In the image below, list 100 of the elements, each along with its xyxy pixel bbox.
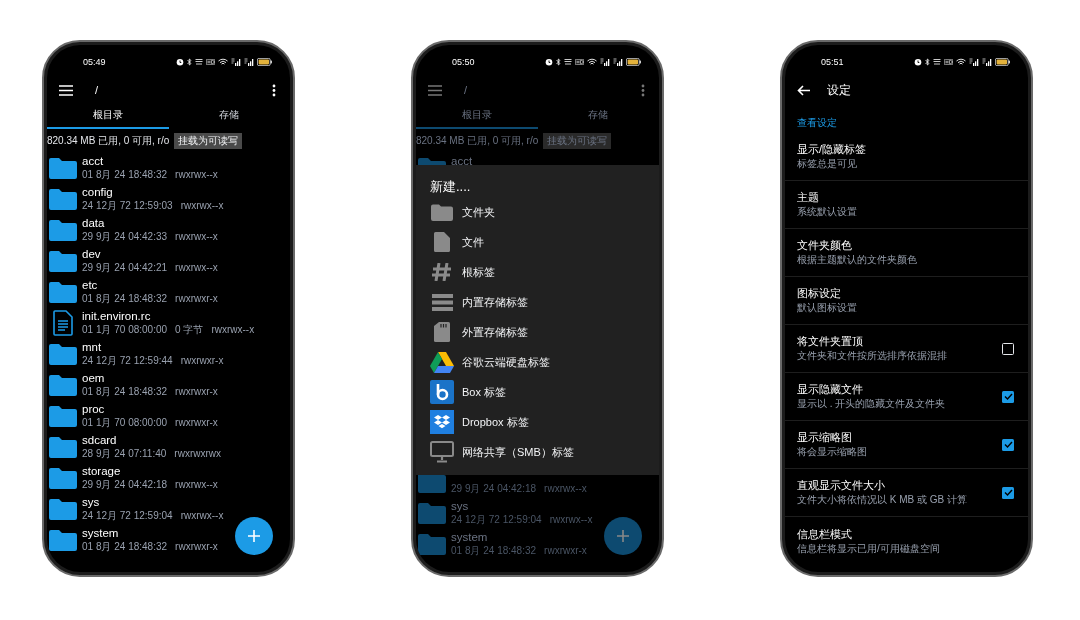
folder-icon — [49, 528, 77, 551]
mount-read-write-button[interactable]: 挂载为可读写 — [174, 132, 243, 149]
file-list-item[interactable]: etc 01 8月 24 18:48:32 rwxrwxr-x — [47, 276, 290, 307]
dialog-menu-item[interactable]: Box 标签 — [430, 377, 659, 407]
setting-description: 标签总是可见 — [797, 158, 858, 170]
more-options-icon[interactable] — [272, 83, 276, 97]
settings-item[interactable]: 显示缩略图 将会显示缩略图 — [785, 421, 1028, 469]
checkbox[interactable] — [1002, 390, 1014, 403]
folder-icon — [49, 435, 77, 458]
file-list-item[interactable]: mnt 24 12月 72 12:59:44 rwxrwxr-x — [47, 338, 290, 369]
setting-title: 直观显示文件大小 — [797, 479, 886, 492]
tab[interactable]: 根目录 — [47, 101, 169, 129]
signal-icon — [613, 58, 623, 66]
section-header: 查看设定 — [796, 116, 838, 130]
checkbox[interactable] — [1002, 438, 1014, 451]
file-date: 01 8月 24 18:48:32 — [82, 168, 168, 181]
triangle-logo-icon — [430, 351, 454, 373]
storage-usage-text: 820.34 MB 已用, 0 可用, r/o — [47, 134, 170, 148]
bluetooth-icon — [187, 58, 192, 66]
file-list-item[interactable]: proc 01 1月 70 08:00:00 rwxrwxr-x — [47, 400, 290, 431]
page-title: 设定 — [827, 82, 851, 99]
status-time: 05:51 — [821, 57, 844, 67]
file-list-item[interactable]: data 29 9月 24 04:42:33 rwxrwx--x — [47, 214, 290, 245]
checkbox[interactable] — [1002, 486, 1014, 499]
file-list-item[interactable]: sdcard 28 9月 24 07:11:40 rwxrwxrwx — [47, 431, 290, 462]
tab[interactable]: 存储 — [168, 101, 290, 129]
setting-description: 根据主题默认的文件夹颜色 — [797, 254, 917, 266]
settings-item[interactable]: 主题 系统默认设置 — [785, 181, 1028, 229]
dialog-menu-item[interactable]: Dropbox 标签 — [430, 407, 659, 437]
battery-icon — [995, 58, 1010, 66]
dialog-menu-label: 根标签 — [462, 264, 495, 280]
file-list-item[interactable]: config 24 12月 72 12:59:03 rwxrwx--x — [47, 183, 290, 214]
file-permissions: rwxrwx--x — [180, 509, 224, 522]
file-name: dev — [82, 247, 102, 261]
settings-item[interactable]: 文件夹颜色 根据主题默认的文件夹颜色 — [785, 229, 1028, 277]
dialog-menu-label: 文件 — [462, 234, 484, 250]
folder-icon — [431, 203, 453, 221]
file-date: 01 1月 70 08:00:00 — [82, 323, 168, 336]
dialog-menu-item[interactable]: 文件 — [430, 227, 659, 257]
settings-item[interactable]: 将文件夹置顶 文件夹和文件按所选排序依据混排 — [785, 325, 1028, 373]
settings-item[interactable]: 信息栏模式 信息栏将显示已用/可用磁盘空间 — [785, 517, 1028, 565]
settings-item[interactable]: 图标设定 默认图标设置 — [785, 277, 1028, 325]
file-date: 01 8月 24 18:48:32 — [82, 292, 168, 305]
dialog-menu-item[interactable]: 网络共享（SMB）标签 — [430, 437, 659, 467]
signal-icon — [231, 58, 241, 66]
file-date: 01 8月 24 18:48:32 — [82, 540, 168, 553]
file-list-item[interactable]: acct 01 8月 24 18:48:32 rwxrwx--x — [47, 152, 290, 183]
file-list-item[interactable]: sys 24 12月 72 12:59:04 rwxrwx--x — [47, 493, 290, 524]
setting-title: 信息栏模式 — [797, 527, 853, 541]
file-name: system — [82, 526, 120, 540]
back-arrow-icon[interactable] — [797, 84, 810, 96]
file-date: 24 12月 72 12:59:04 — [82, 509, 173, 522]
dialog-menu-label: 内置存储标签 — [462, 294, 528, 310]
add-button[interactable] — [235, 517, 273, 555]
settings-item[interactable]: 显示隐藏文件 显示以 . 开头的隐藏文件及文件夹 — [785, 373, 1028, 421]
file-permissions: rwxrwx--x — [175, 478, 218, 491]
file-list-item[interactable]: sys 24 12月 72 12:59:04 rwxrwx--x — [416, 497, 659, 528]
checkbox[interactable] — [1002, 342, 1014, 355]
file-list-item[interactable]: system 01 8月 24 18:48:32 rwxrwxr-x — [416, 528, 659, 559]
file-name: etc — [82, 278, 99, 292]
status-time: 05:49 — [83, 57, 106, 67]
file-name: acct — [82, 154, 105, 168]
file-list-item[interactable]: dev 29 9月 24 04:42:21 rwxrwx--x — [47, 245, 290, 276]
dialog-menu-item[interactable]: 外置存储标签 — [430, 317, 659, 347]
dialog-menu-item[interactable]: 根标签 — [430, 257, 659, 287]
file-size: 0 字节 — [175, 323, 204, 336]
tab[interactable]: 存储 — [537, 101, 659, 129]
file-permissions: rwxrwx--x — [180, 199, 224, 212]
folder-icon — [49, 497, 77, 520]
file-list-item[interactable]: storage 29 9月 24 04:42:18 rwxrwx--x — [47, 462, 290, 493]
monitor-icon — [430, 441, 454, 463]
file-list-item[interactable]: init.environ.rc 01 1月 70 08:00:00 0 字节 rwxrwx--x — [47, 307, 290, 338]
network-speed-icon — [195, 58, 203, 66]
file-name: sys — [82, 495, 101, 509]
tab[interactable]: 根目录 — [416, 101, 538, 129]
dialog-menu-item[interactable]: 谷歌云端硬盘标签 — [430, 347, 659, 377]
settings-item[interactable]: 显示/隐藏标签 标签总是可见 — [785, 133, 1028, 181]
file-date: 29 9月 24 04:42:18 — [82, 478, 168, 491]
setting-title: 显示/隐藏标签 — [797, 143, 867, 156]
dialog-menu-item[interactable]: 文件夹 — [430, 197, 659, 227]
file-list-item[interactable]: system 01 8月 24 18:48:32 rwxrwxr-x — [47, 524, 290, 555]
folder-icon — [418, 532, 446, 555]
dialog-menu-label: 文件夹 — [462, 204, 495, 220]
file-name: storage — [82, 464, 122, 478]
setting-title: 将文件夹置顶 — [797, 335, 864, 348]
file-date: 01 1月 70 08:00:00 — [82, 416, 168, 429]
hd-icon — [575, 59, 584, 65]
file-list-item[interactable]: oem 01 8月 24 18:48:32 rwxrwxr-x — [47, 369, 290, 400]
settings-item[interactable]: 直观显示文件大小 文件大小将依情况以 K MB 或 GB 计算 — [785, 469, 1028, 517]
status-time: 05:50 — [452, 57, 475, 67]
file-permissions: rwxrwxr-x — [180, 354, 224, 367]
dialog-menu-item[interactable]: 内置存储标签 — [430, 287, 659, 317]
setting-title: 显示隐藏文件 — [797, 383, 864, 396]
file-permissions: rwxrwx--x — [175, 230, 218, 243]
signal-icon — [982, 58, 992, 66]
file-permissions: rwxrwxrwx — [174, 447, 221, 460]
setting-description: 默认图标设置 — [797, 302, 857, 314]
dialog-menu-label: Dropbox 标签 — [462, 414, 529, 430]
file-name: sys — [451, 499, 470, 513]
file-permissions: rwxrwxr-x — [175, 416, 218, 429]
